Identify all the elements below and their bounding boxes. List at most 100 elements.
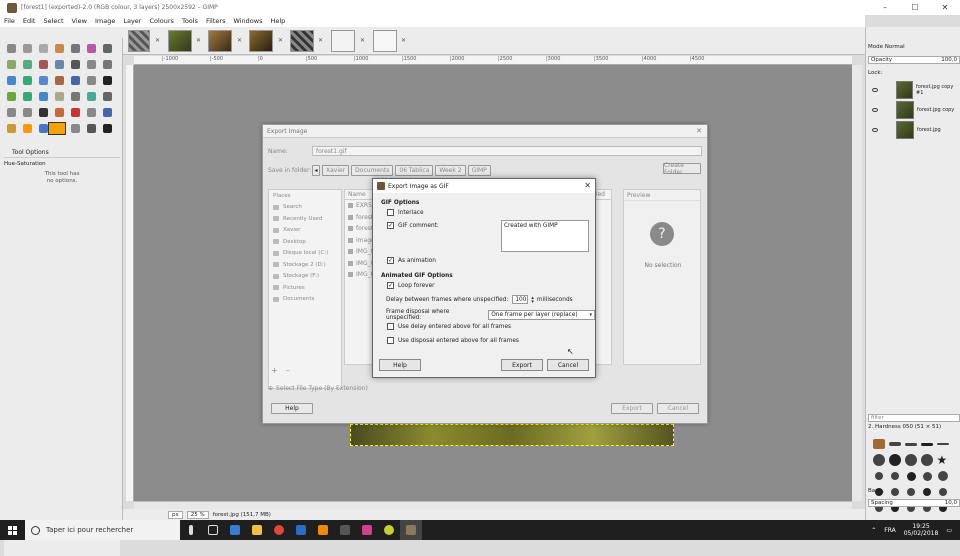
tool-button[interactable] bbox=[36, 57, 50, 71]
tool-button[interactable] bbox=[36, 89, 50, 103]
tool-button[interactable] bbox=[20, 57, 34, 71]
brush-swatch[interactable] bbox=[872, 437, 886, 451]
tool-button[interactable] bbox=[100, 57, 114, 71]
tool-button[interactable] bbox=[84, 121, 98, 135]
notifications-icon[interactable]: ▭ bbox=[946, 527, 952, 534]
layer-row[interactable]: forest.jpg copy #1 bbox=[868, 80, 960, 99]
place-drive-d[interactable]: Stockage 2 (D:) bbox=[269, 259, 341, 271]
place-pictures[interactable]: Pictures bbox=[269, 282, 341, 294]
disposal-select[interactable]: One frame per layer (replace) ▾ bbox=[488, 310, 595, 320]
brush-swatch[interactable] bbox=[920, 437, 934, 451]
gimp-taskbar-icon[interactable] bbox=[400, 520, 422, 540]
tool-button[interactable] bbox=[68, 73, 82, 87]
menu-colours[interactable]: Colours bbox=[149, 17, 173, 25]
tool-button[interactable] bbox=[68, 41, 82, 55]
gif-comment-checkbox[interactable]: ✓ GIF comment: bbox=[387, 222, 439, 229]
unit-select[interactable]: px bbox=[168, 510, 183, 519]
tool-button[interactable] bbox=[20, 121, 34, 135]
tool-button[interactable] bbox=[100, 89, 114, 103]
explorer-icon[interactable] bbox=[246, 520, 268, 540]
tool-button[interactable] bbox=[20, 89, 34, 103]
brush-swatch[interactable] bbox=[904, 437, 918, 451]
tool-button[interactable] bbox=[84, 73, 98, 87]
tool-button[interactable] bbox=[100, 41, 114, 55]
tool-button[interactable] bbox=[84, 105, 98, 119]
close-tab-icon[interactable]: ✕ bbox=[401, 37, 406, 44]
horizontal-scrollbar[interactable] bbox=[134, 501, 852, 509]
place-drive-c[interactable]: Disque local (C:) bbox=[269, 248, 341, 260]
task-view-icon[interactable] bbox=[202, 520, 224, 540]
use-delay-checkbox[interactable]: Use delay entered above for all frames bbox=[387, 323, 511, 330]
spacing-field[interactable]: Spacing 10,0 bbox=[868, 499, 960, 507]
brush-swatch[interactable] bbox=[936, 469, 950, 483]
export-cancel-button[interactable]: Cancel bbox=[657, 403, 699, 414]
mic-icon[interactable] bbox=[180, 520, 202, 540]
vertical-ruler[interactable] bbox=[126, 65, 134, 501]
place-drive-f[interactable]: Stockage (F:) bbox=[269, 271, 341, 283]
color-swatches[interactable] bbox=[48, 122, 78, 144]
tool-button[interactable] bbox=[52, 73, 66, 87]
brush-swatch[interactable] bbox=[920, 469, 934, 483]
tool-button[interactable] bbox=[4, 121, 18, 135]
brush-swatch[interactable] bbox=[920, 453, 934, 467]
brush-filter[interactable]: filter bbox=[868, 414, 960, 422]
path-documents[interactable]: Documents bbox=[351, 165, 394, 176]
vlc-icon[interactable] bbox=[312, 520, 334, 540]
tool-button[interactable] bbox=[4, 73, 18, 87]
brush-swatch[interactable] bbox=[872, 469, 886, 483]
eye-icon[interactable] bbox=[872, 127, 878, 132]
menu-filters[interactable]: Filters bbox=[206, 17, 225, 25]
close-tab-icon[interactable]: ✕ bbox=[237, 37, 242, 44]
brush-swatch[interactable] bbox=[888, 437, 902, 451]
tool-button[interactable] bbox=[52, 89, 66, 103]
gif-export-button[interactable]: Export bbox=[501, 359, 543, 371]
brush-swatch[interactable] bbox=[888, 469, 902, 483]
image-tab[interactable] bbox=[249, 30, 273, 52]
tool-button[interactable] bbox=[20, 41, 34, 55]
minimize-button[interactable]: – bbox=[870, 0, 900, 15]
tool-button[interactable] bbox=[36, 41, 50, 55]
tool-button[interactable] bbox=[4, 41, 18, 55]
place-search[interactable]: Search bbox=[269, 202, 341, 214]
remove-place-button[interactable]: – bbox=[286, 366, 290, 375]
brush-category[interactable]: Basic. bbox=[868, 488, 884, 494]
maximize-button[interactable]: ☐ bbox=[900, 0, 930, 15]
chrome-icon[interactable] bbox=[268, 520, 290, 540]
brush-swatch[interactable] bbox=[872, 453, 886, 467]
taskbar-search[interactable]: Taper ici pour rechercher bbox=[25, 520, 180, 540]
tool-button[interactable] bbox=[100, 121, 114, 135]
vertical-scrollbar[interactable] bbox=[852, 65, 862, 501]
delay-spinner-icon[interactable]: ▴ ▾ bbox=[531, 295, 534, 304]
gif-comment-check[interactable]: ✓ bbox=[387, 222, 394, 229]
as-animation-checkbox[interactable]: ✓ As animation bbox=[387, 257, 436, 264]
filename-input[interactable]: forest1.gif bbox=[312, 146, 702, 156]
use-disposal-checkbox[interactable]: Use disposal entered above for all frame… bbox=[387, 337, 519, 344]
eye-icon[interactable] bbox=[872, 87, 878, 92]
path-gimp[interactable]: GIMP bbox=[467, 165, 491, 176]
export-export-button[interactable]: Export bbox=[611, 403, 653, 414]
app-icon[interactable] bbox=[378, 520, 400, 540]
app-icon[interactable] bbox=[290, 520, 312, 540]
export-help-button[interactable]: Help bbox=[271, 403, 313, 414]
mode-select[interactable]: Normal bbox=[885, 44, 905, 50]
name-column-header[interactable]: Name bbox=[348, 191, 366, 198]
tool-button[interactable] bbox=[4, 89, 18, 103]
tool-button[interactable] bbox=[52, 41, 66, 55]
network-icon[interactable]: ⌃ bbox=[871, 527, 876, 534]
image-tab[interactable] bbox=[331, 30, 355, 52]
path-week2[interactable]: Week 2 bbox=[435, 165, 466, 176]
loop-forever-check[interactable]: ✓ bbox=[387, 282, 394, 289]
file-type-row[interactable]: ⊕ Select File Type (By Extension) bbox=[268, 385, 368, 392]
close-tab-icon[interactable]: ✕ bbox=[360, 37, 365, 44]
tool-button[interactable] bbox=[68, 105, 82, 119]
image-tab[interactable] bbox=[168, 30, 192, 52]
tool-button[interactable] bbox=[4, 105, 18, 119]
close-tab-icon[interactable]: ✕ bbox=[155, 37, 160, 44]
tool-button[interactable] bbox=[100, 105, 114, 119]
gif-cancel-button[interactable]: Cancel bbox=[547, 359, 589, 371]
brush-swatch[interactable] bbox=[888, 453, 902, 467]
interlace-checkbox[interactable]: Interlace bbox=[387, 209, 424, 216]
close-icon[interactable]: ✕ bbox=[696, 127, 702, 135]
create-folder-button[interactable]: Create Folder bbox=[663, 162, 701, 176]
zoom-select[interactable]: 25 % bbox=[186, 510, 209, 519]
